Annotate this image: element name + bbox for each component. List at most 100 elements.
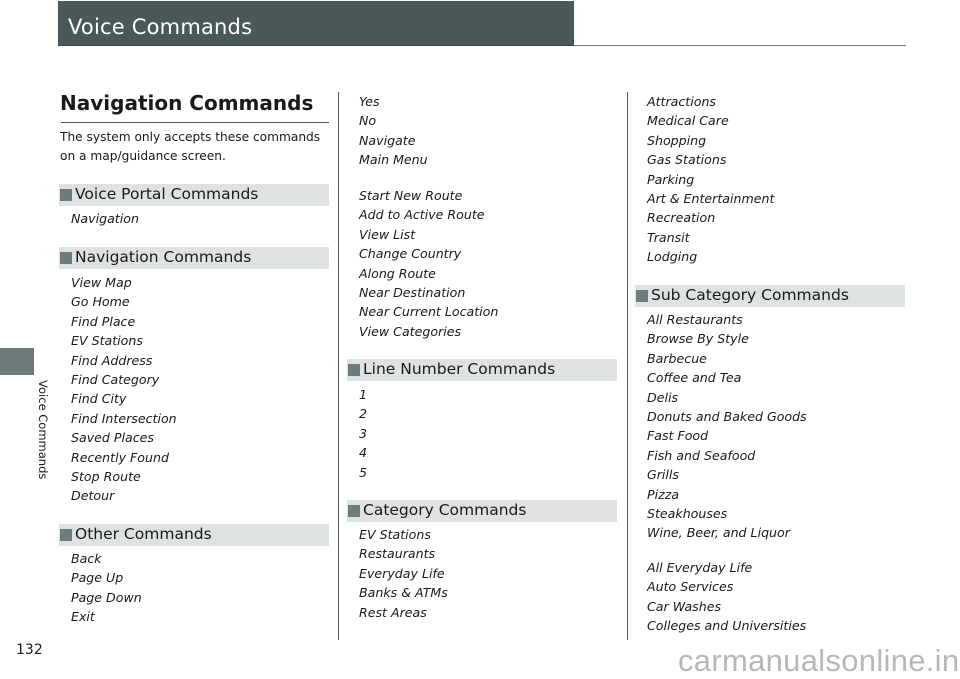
subsection-line-number: Line Number Commands xyxy=(347,359,617,381)
command-item: Transit xyxy=(647,229,690,245)
square-bullet-icon xyxy=(60,189,72,201)
subsection-title: Other Commands xyxy=(75,525,212,543)
command-item: Start New Route xyxy=(359,188,463,203)
command-item: All Restaurants xyxy=(647,312,743,327)
navigation-list-continued-1: Yes No Navigate Main Menu xyxy=(359,92,428,170)
sub-category-list-2: All Everyday Life Auto Services Car Washes… xyxy=(647,558,806,636)
command-item: Barbecue xyxy=(647,350,707,366)
command-item: EV Stations xyxy=(71,333,143,349)
line-number-list: 1 2 3 4 5 xyxy=(359,385,367,482)
command-item: Page Up xyxy=(71,570,124,586)
subsection-title: Navigation Commands xyxy=(75,248,252,266)
command-item: EV Stations xyxy=(359,527,431,542)
command-item: All Everyday Life xyxy=(647,560,753,575)
command-item: Wine, Beer, and Liquor xyxy=(647,525,790,541)
category-list-continued: Attractions Medical Care Shopping Gas Stati… xyxy=(647,92,774,267)
command-item: Back xyxy=(71,551,102,566)
command-item: Saved Places xyxy=(71,430,154,446)
command-item: 4 xyxy=(359,445,368,461)
command-item: Parking xyxy=(647,171,695,187)
command-item: 5 xyxy=(359,464,368,480)
navigation-list: View Map Go Home Find Place EV Stations Find… xyxy=(71,273,177,506)
side-label: Voice Commands xyxy=(34,380,52,490)
command-item: Art & Entertainment xyxy=(647,190,775,206)
command-item: Exit xyxy=(71,609,95,625)
subsection-navigation: Navigation Commands xyxy=(59,247,329,269)
command-item: Fish and Seafood xyxy=(647,447,756,463)
command-item: Steakhouses xyxy=(647,505,728,521)
command-item: Auto Services xyxy=(647,579,734,595)
sub-category-list-1: All Restaurants Browse By Style Barbecue Co… xyxy=(647,310,807,543)
column-divider-2 xyxy=(627,92,628,640)
command-item: 1 xyxy=(359,387,368,402)
subsection-other: Other Commands xyxy=(59,524,329,546)
command-item: Restaurants xyxy=(359,546,436,562)
square-bullet-icon xyxy=(348,505,360,517)
command-item: Banks & ATMs xyxy=(359,585,448,601)
command-item: Detour xyxy=(71,488,115,504)
command-item: Near Current Location xyxy=(359,304,499,320)
command-item: Go Home xyxy=(71,294,130,310)
command-item: Fast Food xyxy=(647,428,709,444)
command-item: Recreation xyxy=(647,210,716,226)
command-item: Grills xyxy=(647,467,679,483)
command-item: Lodging xyxy=(647,249,698,265)
command-item: Find Category xyxy=(71,371,160,387)
subsection-title: Line Number Commands xyxy=(363,360,556,378)
square-bullet-icon xyxy=(348,364,360,376)
command-item: Medical Care xyxy=(647,113,729,129)
command-item: Rest Areas xyxy=(359,604,427,620)
header-rule xyxy=(574,45,906,46)
command-item: Attractions xyxy=(647,94,716,109)
navigation-list-continued-2: Start New Route Add to Active Route View L… xyxy=(359,186,498,341)
category-list: EV Stations Restaurants Everyday Life Banks… xyxy=(359,525,448,622)
side-label-text: Voice Commands xyxy=(36,380,50,480)
subsection-voice-portal: Voice Portal Commands xyxy=(59,184,329,206)
command-item: Find Address xyxy=(71,352,153,368)
square-bullet-icon xyxy=(636,290,648,302)
command-item: Stop Route xyxy=(71,468,141,484)
command-item: Pizza xyxy=(647,486,680,502)
voice-portal-list: Navigation xyxy=(71,209,139,228)
command-item: Find City xyxy=(71,391,127,407)
header-bar-underline xyxy=(58,45,574,46)
subsection-title: Category Commands xyxy=(363,501,527,519)
command-item: Gas Stations xyxy=(647,152,727,168)
command-item: 2 xyxy=(359,406,368,422)
other-list: Back Page Up Page Down Exit xyxy=(71,549,142,627)
command-item: Coffee and Tea xyxy=(647,370,742,386)
square-bullet-icon xyxy=(60,252,72,264)
command-item: Delis xyxy=(647,389,679,405)
command-item: Colleges and Universities xyxy=(647,618,807,634)
subsection-sub-category: Sub Category Commands xyxy=(635,285,905,307)
chapter-side-tab xyxy=(0,348,34,375)
subsection-category: Category Commands xyxy=(347,500,617,522)
command-item: Shopping xyxy=(647,132,707,148)
command-item: 3 xyxy=(359,425,368,441)
command-item: Recently Found xyxy=(71,449,169,465)
command-item: Near Destination xyxy=(359,284,466,300)
command-item: Page Down xyxy=(71,589,142,605)
command-item: Navigation xyxy=(71,211,139,226)
command-item: Main Menu xyxy=(359,152,428,168)
command-item: View Map xyxy=(71,275,132,290)
command-item: Change Country xyxy=(359,246,462,262)
subsection-title: Voice Portal Commands xyxy=(75,185,259,203)
square-bullet-icon xyxy=(60,529,72,541)
command-item: View List xyxy=(359,226,416,242)
page-number: 132 xyxy=(16,642,43,658)
command-item: Browse By Style xyxy=(647,331,749,347)
intro-text: The system only accepts these commands o… xyxy=(60,130,321,163)
command-item: No xyxy=(359,113,377,129)
command-item: Add to Active Route xyxy=(359,207,485,223)
command-item: Car Washes xyxy=(647,598,722,614)
command-item: Along Route xyxy=(359,265,436,281)
command-item: Find Intersection xyxy=(71,410,177,426)
command-item: Donuts and Baked Goods xyxy=(647,408,807,424)
chapter-title: Voice Commands xyxy=(68,15,253,39)
subsection-title: Sub Category Commands xyxy=(651,286,849,304)
command-item: Find Place xyxy=(71,313,136,329)
watermark: carmanualsonline.info xyxy=(678,643,960,678)
command-item: Navigate xyxy=(359,132,416,148)
column-divider-1 xyxy=(338,92,339,640)
